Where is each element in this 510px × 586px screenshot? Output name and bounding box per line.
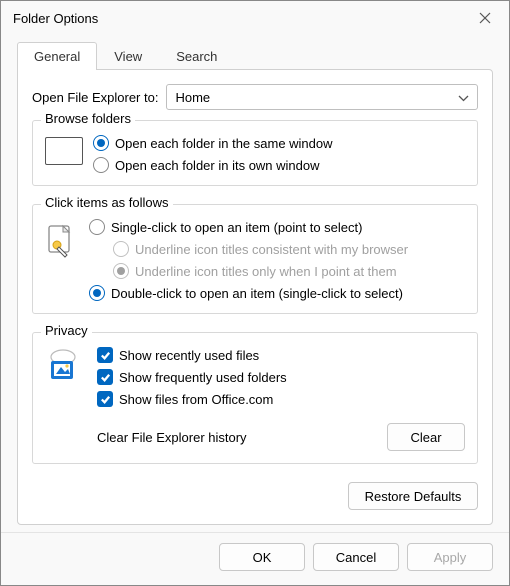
radio-icon [93, 157, 109, 173]
tab-general[interactable]: General [17, 42, 97, 70]
open-explorer-row: Open File Explorer to: Home [32, 84, 478, 110]
ok-button[interactable]: OK [219, 543, 305, 571]
content-area: General View Search Open File Explorer t… [1, 35, 509, 532]
close-button[interactable] [471, 6, 499, 30]
radio-icon [89, 219, 105, 235]
group-browse-folders: Browse folders Open each folder in the s… [32, 120, 478, 186]
tab-search[interactable]: Search [159, 42, 234, 70]
clear-history-row: Clear File Explorer history Clear [97, 423, 465, 451]
radio-own-window[interactable]: Open each folder in its own window [93, 157, 465, 173]
close-icon [479, 12, 491, 24]
radio-label: Double-click to open an item (single-cli… [111, 286, 403, 301]
group-click-legend: Click items as follows [41, 195, 173, 210]
radio-label: Open each folder in its own window [115, 158, 320, 173]
open-explorer-value: Home [175, 90, 210, 105]
radio-icon [93, 135, 109, 151]
chevron-down-icon [458, 90, 469, 105]
check-frequent-folders[interactable]: Show frequently used folders [97, 369, 465, 385]
check-label: Show files from Office.com [119, 392, 273, 407]
check-label: Show frequently used folders [119, 370, 287, 385]
radio-single-click[interactable]: Single-click to open an item (point to s… [89, 219, 465, 235]
tab-view[interactable]: View [97, 42, 159, 70]
radio-label: Single-click to open an item (point to s… [111, 220, 362, 235]
folder-options-window: Folder Options General View Search Open … [0, 0, 510, 586]
radio-icon [113, 263, 129, 279]
group-browse-legend: Browse folders [41, 111, 135, 126]
radio-underline-point: Underline icon titles only when I point … [113, 263, 465, 279]
open-explorer-select[interactable]: Home [166, 84, 478, 110]
radio-icon [89, 285, 105, 301]
clear-button[interactable]: Clear [387, 423, 465, 451]
clear-history-label: Clear File Explorer history [97, 430, 247, 445]
restore-defaults-button[interactable]: Restore Defaults [348, 482, 478, 510]
radio-double-click[interactable]: Double-click to open an item (single-cli… [89, 285, 465, 301]
open-explorer-label: Open File Explorer to: [32, 90, 158, 105]
dialog-footer: OK Cancel Apply [1, 532, 509, 585]
radio-label: Underline icon titles consistent with my… [135, 242, 408, 257]
check-office-files[interactable]: Show files from Office.com [97, 391, 465, 407]
document-click-icon [45, 223, 79, 263]
checkbox-icon [97, 369, 113, 385]
check-recent-files[interactable]: Show recently used files [97, 347, 465, 363]
group-click-items: Click items as follows Single- [32, 204, 478, 314]
radio-icon [113, 241, 129, 257]
group-privacy-legend: Privacy [41, 323, 92, 338]
checkbox-icon [97, 391, 113, 407]
radio-label: Underline icon titles only when I point … [135, 264, 397, 279]
checkbox-icon [97, 347, 113, 363]
privacy-icon [45, 349, 87, 383]
radio-underline-browser: Underline icon titles consistent with my… [113, 241, 465, 257]
apply-button[interactable]: Apply [407, 543, 493, 571]
window-title: Folder Options [13, 11, 98, 26]
cancel-button[interactable]: Cancel [313, 543, 399, 571]
radio-same-window[interactable]: Open each folder in the same window [93, 135, 465, 151]
check-label: Show recently used files [119, 348, 259, 363]
restore-row: Restore Defaults [32, 482, 478, 510]
radio-label: Open each folder in the same window [115, 136, 333, 151]
tab-panel-general: Open File Explorer to: Home Browse folde… [17, 69, 493, 525]
group-privacy: Privacy [32, 332, 478, 464]
tab-bar: General View Search [17, 41, 493, 69]
titlebar: Folder Options [1, 1, 509, 35]
folder-icon [45, 137, 83, 165]
